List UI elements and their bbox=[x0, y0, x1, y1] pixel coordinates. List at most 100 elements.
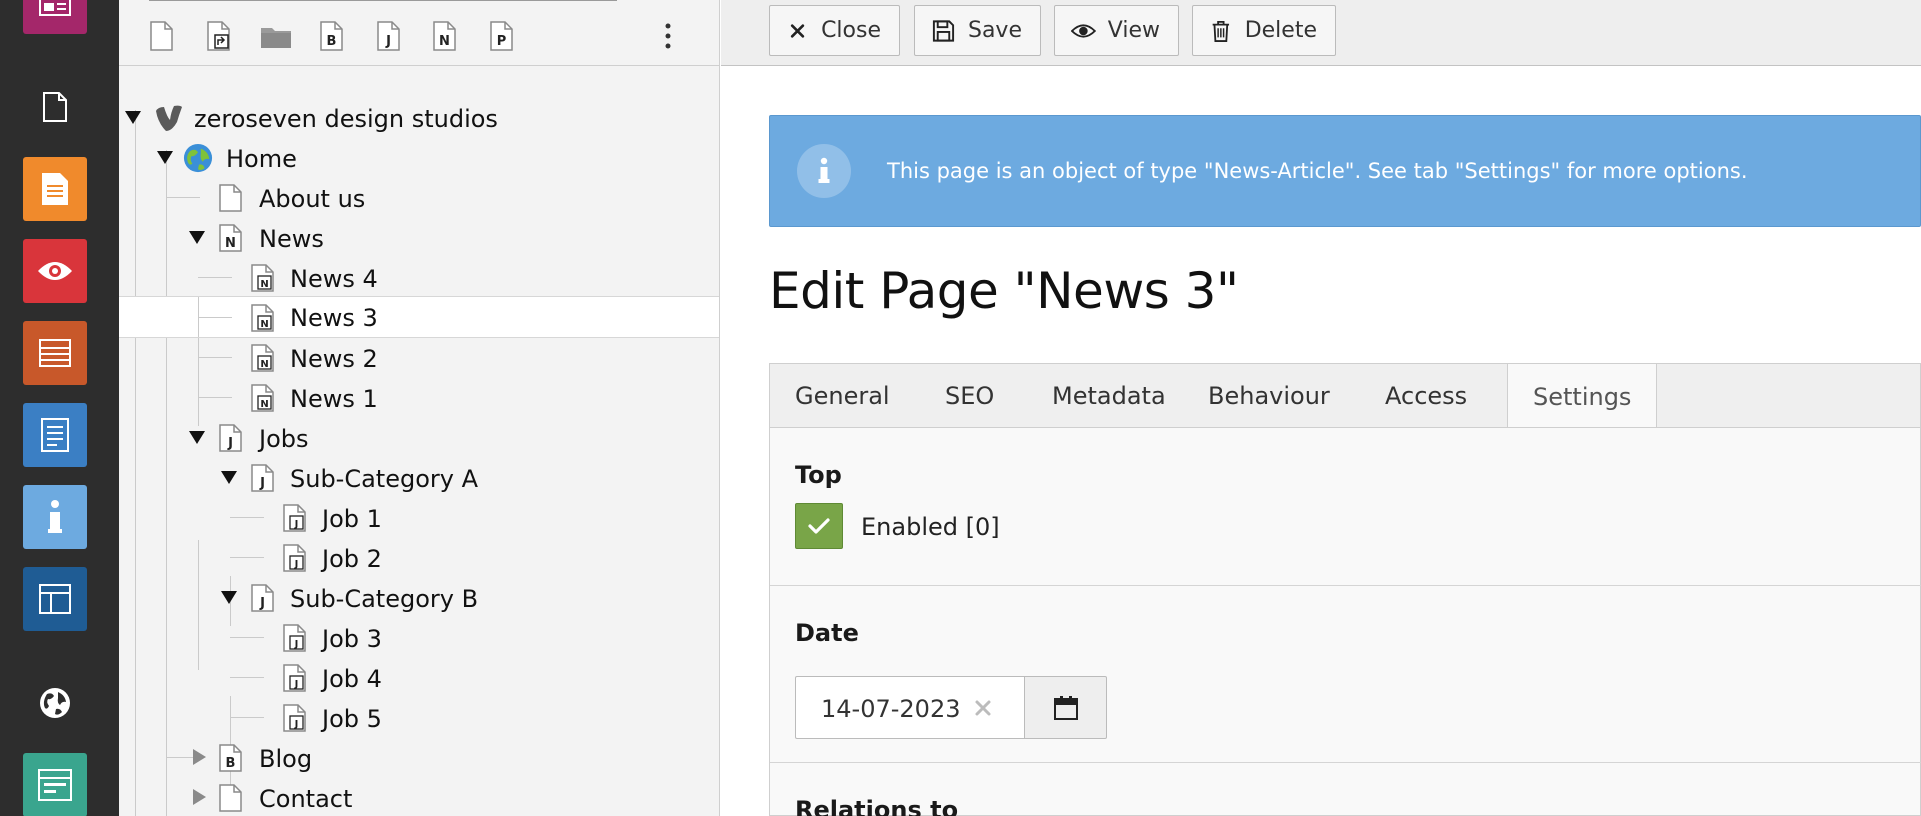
tree-node-job-1[interactable]: J Job 1 bbox=[119, 498, 719, 536]
info-module-icon[interactable] bbox=[23, 485, 87, 549]
expanded-toggle-icon[interactable] bbox=[124, 108, 142, 126]
collapsed-toggle-icon[interactable] bbox=[190, 788, 208, 806]
tree-node-label[interactable]: Job 5 bbox=[322, 706, 382, 732]
tree-node-label[interactable]: Job 4 bbox=[322, 666, 382, 692]
job-article-icon: J bbox=[283, 504, 306, 532]
delete-button[interactable]: Delete bbox=[1192, 5, 1336, 56]
section-divider bbox=[770, 585, 1921, 586]
tree-node-contact[interactable]: Contact bbox=[119, 778, 719, 816]
tree-node-job-3[interactable]: J Job 3 bbox=[119, 618, 719, 656]
view-eye-module-icon[interactable] bbox=[23, 239, 87, 303]
expanded-toggle-icon[interactable] bbox=[188, 228, 206, 246]
info-icon bbox=[797, 144, 851, 198]
expanded-toggle-icon[interactable] bbox=[156, 148, 174, 166]
tree-node-label[interactable]: Job 3 bbox=[322, 626, 382, 652]
top-enabled-label[interactable]: Enabled [0] bbox=[861, 513, 1000, 541]
tab-settings[interactable]: Settings bbox=[1507, 363, 1658, 429]
jobs-category-icon: J bbox=[251, 584, 274, 612]
form-tabs: General SEO Metadata Behaviour Access Se… bbox=[769, 363, 1921, 429]
tree-node-label[interactable]: About us bbox=[259, 186, 365, 212]
svg-text:N: N bbox=[260, 279, 268, 290]
new-blog-doctype-icon[interactable]: B bbox=[319, 20, 345, 52]
tree-node-label[interactable]: Contact bbox=[259, 786, 352, 812]
tree-more-menu-icon[interactable] bbox=[664, 22, 672, 52]
tree-node-label[interactable]: Job 2 bbox=[322, 546, 382, 572]
page-module-icon[interactable] bbox=[23, 75, 87, 139]
svg-text:B: B bbox=[327, 34, 337, 49]
tree-node-news[interactable]: N News bbox=[119, 218, 719, 256]
jobs-category-icon: J bbox=[251, 464, 274, 492]
svg-text:P: P bbox=[497, 34, 507, 49]
tree-node-job-4[interactable]: J Job 4 bbox=[119, 658, 719, 696]
list-module-icon[interactable] bbox=[23, 157, 87, 221]
tree-filter-line bbox=[149, 0, 617, 1]
globe-module-icon[interactable] bbox=[23, 671, 87, 735]
new-p-doctype-icon[interactable]: P bbox=[489, 20, 515, 52]
callout-message: This page is an object of type "News-Art… bbox=[887, 159, 1748, 183]
list-rows-module-icon[interactable] bbox=[23, 321, 87, 385]
tree-node-label[interactable]: News 3 bbox=[290, 305, 378, 331]
tab-seo[interactable]: SEO bbox=[945, 364, 994, 428]
view-eye-icon bbox=[1071, 23, 1096, 38]
top-enabled-checkbox[interactable] bbox=[795, 503, 843, 549]
svg-text:J: J bbox=[294, 559, 299, 570]
tree-node-job-2[interactable]: J Job 2 bbox=[119, 538, 719, 576]
form-module-icon[interactable] bbox=[23, 753, 87, 816]
new-page-doctype-icon[interactable] bbox=[149, 20, 175, 52]
new-folder-doctype-icon[interactable] bbox=[259, 20, 293, 52]
tree-node-label[interactable]: Home bbox=[226, 146, 297, 172]
collapsed-toggle-icon[interactable] bbox=[190, 748, 208, 766]
calendar-icon bbox=[1053, 695, 1078, 720]
document-module-icon[interactable] bbox=[23, 403, 87, 467]
tree-node-news-3-selected[interactable]: N News 3 bbox=[119, 296, 719, 338]
tree-node-news-1[interactable]: N News 1 bbox=[119, 378, 719, 416]
tab-access[interactable]: Access bbox=[1385, 364, 1467, 428]
new-news-doctype-icon[interactable]: N bbox=[432, 20, 458, 52]
tree-node-jobs[interactable]: J Jobs bbox=[119, 418, 719, 456]
expanded-toggle-icon[interactable] bbox=[220, 468, 238, 486]
tab-behaviour[interactable]: Behaviour bbox=[1208, 364, 1330, 428]
new-shortcut-doctype-icon[interactable] bbox=[206, 20, 232, 52]
page-icon bbox=[219, 184, 242, 212]
tree-node-label[interactable]: zeroseven design studios bbox=[194, 106, 498, 132]
tree-node-sub-category-b[interactable]: J Sub-Category B bbox=[119, 578, 719, 616]
date-picker-button[interactable] bbox=[1024, 676, 1107, 739]
page-title: Edit Page "News 3" bbox=[769, 262, 1239, 320]
tab-metadata[interactable]: Metadata bbox=[1052, 364, 1166, 428]
checkmark-icon bbox=[808, 518, 830, 534]
save-button[interactable]: Save bbox=[914, 5, 1041, 56]
trash-icon bbox=[1212, 20, 1230, 42]
svg-text:N: N bbox=[260, 359, 268, 370]
news-folder-icon: N bbox=[219, 224, 242, 252]
tree-node-label[interactable]: Job 1 bbox=[322, 506, 382, 532]
news-article-icon: N bbox=[251, 344, 274, 372]
tree-node-sub-category-a[interactable]: J Sub-Category A bbox=[119, 458, 719, 496]
close-button[interactable]: Close bbox=[769, 5, 900, 56]
tree-node-job-5[interactable]: J Job 5 bbox=[119, 698, 719, 736]
tree-node-blog[interactable]: B Blog bbox=[119, 738, 719, 776]
tree-node-about-us[interactable]: About us bbox=[119, 178, 719, 216]
tree-node-news-4[interactable]: N News 4 bbox=[119, 258, 719, 296]
tree-node-label[interactable]: News 1 bbox=[290, 386, 378, 412]
new-job-doctype-icon[interactable]: J bbox=[376, 20, 402, 52]
clear-date-icon[interactable] bbox=[973, 698, 993, 718]
tree-node-label[interactable]: News 4 bbox=[290, 266, 378, 292]
tree-node-label[interactable]: Blog bbox=[259, 746, 312, 772]
expanded-toggle-icon[interactable] bbox=[188, 428, 206, 446]
view-button[interactable]: View bbox=[1054, 5, 1179, 56]
svg-text:J: J bbox=[259, 476, 265, 491]
expanded-toggle-icon[interactable] bbox=[220, 588, 238, 606]
date-input[interactable]: 14-07-2023 bbox=[795, 676, 1024, 739]
tree-node-label[interactable]: Jobs bbox=[259, 426, 309, 452]
tree-node-root[interactable]: zeroseven design studios bbox=[119, 98, 719, 136]
tree-node-label[interactable]: News bbox=[259, 226, 324, 252]
tree-node-label[interactable]: News 2 bbox=[290, 346, 378, 372]
tree-node-home[interactable]: Home bbox=[119, 138, 719, 176]
tree-node-news-2[interactable]: N News 2 bbox=[119, 338, 719, 376]
tree-node-label[interactable]: Sub-Category B bbox=[290, 586, 478, 612]
svg-text:J: J bbox=[294, 719, 299, 730]
tree-node-label[interactable]: Sub-Category A bbox=[290, 466, 478, 492]
web-layout-module-icon[interactable] bbox=[23, 0, 87, 34]
tab-general[interactable]: General bbox=[795, 364, 890, 428]
template-module-icon[interactable] bbox=[23, 567, 87, 631]
